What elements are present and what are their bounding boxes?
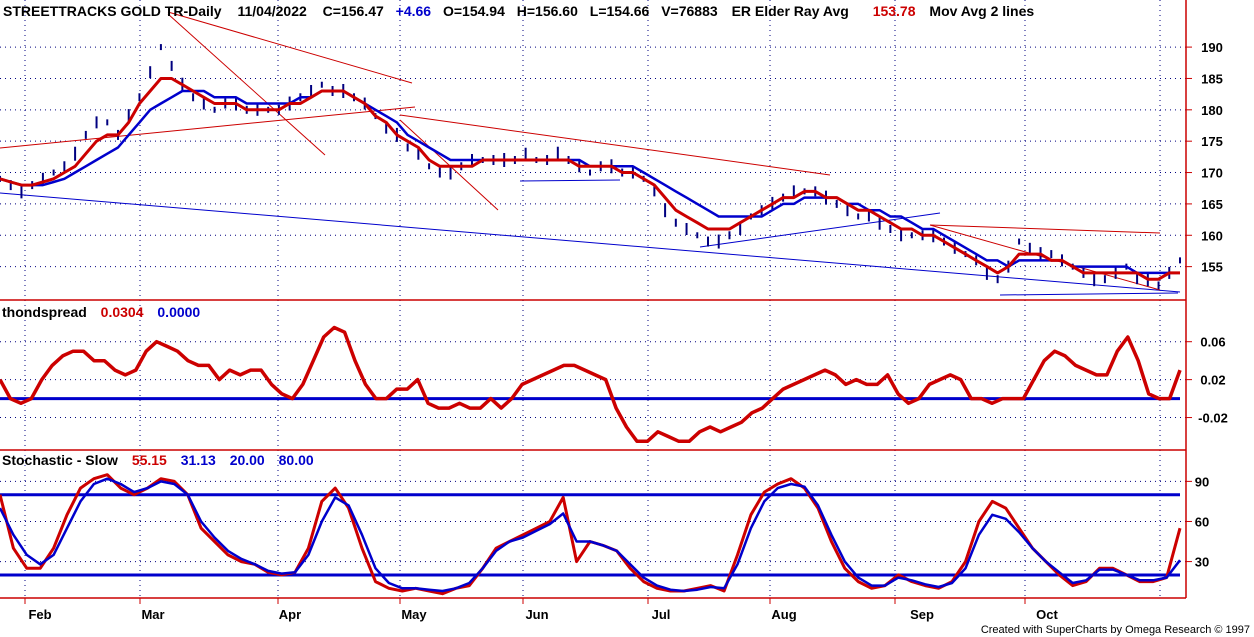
indicator-tick-label: -0.02 [1198, 411, 1228, 426]
stochastic-tick-label: 90 [1195, 474, 1209, 489]
stochastic-low-level: 20.00 [230, 452, 265, 468]
price-tick-label: 190 [1201, 40, 1223, 55]
stochastic-tick-label: 30 [1195, 555, 1209, 570]
indicator1-value: 153.78 [873, 3, 916, 19]
indicator2-label: Mov Avg 2 lines [929, 3, 1034, 19]
price-tick-label: 185 [1201, 71, 1223, 86]
indicator-header: thondspread 0.0304 0.0000 [2, 304, 200, 320]
date-label: 11/04/2022 [237, 3, 307, 19]
open-label: O=154.94 [443, 3, 505, 19]
volume-label: V=76883 [661, 3, 718, 19]
price-tick-label: 175 [1201, 134, 1223, 149]
high-label: H=156.60 [517, 3, 578, 19]
stochastic-title: Stochastic - Slow [2, 452, 118, 468]
stochastic-tick-label: 60 [1195, 514, 1209, 529]
chart: 190 185 180 175 170 165 160 155 0.06 0.02 -0.02 90 6… [0, 0, 1254, 637]
price-tick-label: 165 [1201, 197, 1223, 212]
month-label: Aug [771, 607, 796, 622]
month-label: Apr [279, 607, 301, 622]
indicator1-label: ER Elder Ray Avg [732, 3, 849, 19]
indicator-tick-label: 0.02 [1200, 373, 1225, 388]
month-label: Sep [910, 607, 934, 622]
close-label: C=156.47 [323, 3, 384, 19]
credit-text: Created with SuperCharts by Omega Resear… [981, 624, 1250, 636]
price-tick-label: 180 [1201, 103, 1223, 118]
month-label: Jun [525, 607, 548, 622]
price-tick-label: 160 [1201, 228, 1223, 243]
price-tick-label: 155 [1201, 260, 1223, 275]
month-label: Jul [652, 607, 671, 622]
indicator-value-2: 0.0000 [157, 304, 200, 320]
symbol-label: STREETTRACKS GOLD TR-Daily [3, 3, 222, 19]
change-label: +4.66 [396, 3, 432, 19]
stochastic-k-value: 55.15 [132, 452, 167, 468]
stochastic-high-level: 80.00 [279, 452, 314, 468]
low-label: L=154.66 [590, 3, 650, 19]
indicator-title: thondspread [2, 304, 87, 320]
price-tick-label: 170 [1201, 166, 1223, 181]
month-label: Mar [141, 607, 164, 622]
indicator-value-1: 0.0304 [101, 304, 144, 320]
stochastic-header: Stochastic - Slow 55.15 31.13 20.00 80.0… [2, 452, 314, 468]
indicator-tick-label: 0.06 [1200, 335, 1225, 350]
chart-header: STREETTRACKS GOLD TR-Daily 11/04/2022 C=… [3, 3, 1034, 19]
month-label: Oct [1036, 607, 1058, 622]
month-label: Feb [28, 607, 51, 622]
stochastic-d-value: 31.13 [181, 452, 216, 468]
month-label: May [401, 607, 427, 622]
